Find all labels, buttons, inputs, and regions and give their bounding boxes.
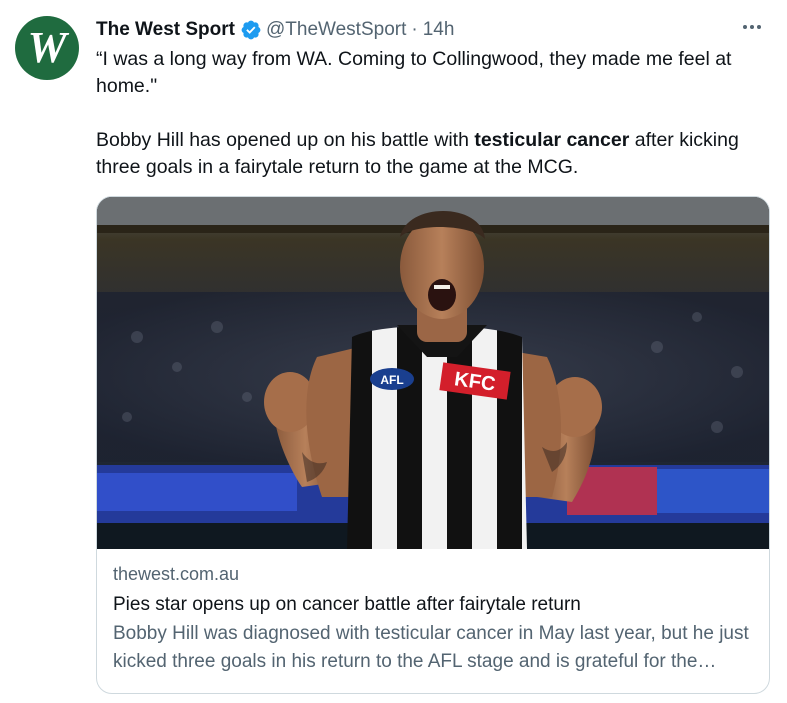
more-options-icon[interactable] [737, 15, 767, 39]
tweet[interactable]: W The West Sport @TheWestSport · 14h “I … [0, 0, 787, 703]
avatar[interactable]: W [15, 16, 79, 80]
card-title: Pies star opens up on cancer battle afte… [113, 594, 581, 615]
verified-badge-icon[interactable] [240, 19, 262, 41]
tweet-timestamp[interactable]: 14h [423, 19, 455, 41]
card-meta: thewest.com.au Pies star opens up on can… [113, 561, 755, 676]
player-photo: AFL KFC [97, 197, 769, 549]
account-name[interactable]: The West Sport [96, 19, 235, 41]
tweet-body: Bobby Hill has opened up on his battle w… [96, 127, 768, 181]
afl-logo: AFL [370, 368, 414, 390]
tweet-quote: “I was a long way from WA. Coming to Col… [96, 48, 732, 97]
tweet-text: “I was a long way from WA. Coming to Col… [96, 46, 768, 181]
link-preview-card[interactable]: AFL KFC thewest.com.au Pies star opens u… [96, 196, 770, 694]
card-domain: thewest.com.au [113, 564, 240, 584]
tweet-header: The West Sport @TheWestSport · 14h [96, 17, 767, 43]
tweet-body-bold: testicular cancer [474, 129, 630, 151]
avatar-logo-text: W [27, 22, 66, 72]
card-image[interactable]: AFL KFC [97, 197, 769, 549]
tweet-body-prefix: Bobby Hill has opened up on his battle w… [96, 129, 475, 151]
account-handle[interactable]: @TheWestSport [266, 19, 406, 41]
card-description: Bobby Hill was diagnosed with testicular… [113, 623, 749, 672]
afl-logo-text: AFL [380, 373, 403, 387]
separator-dot: · [411, 19, 418, 40]
